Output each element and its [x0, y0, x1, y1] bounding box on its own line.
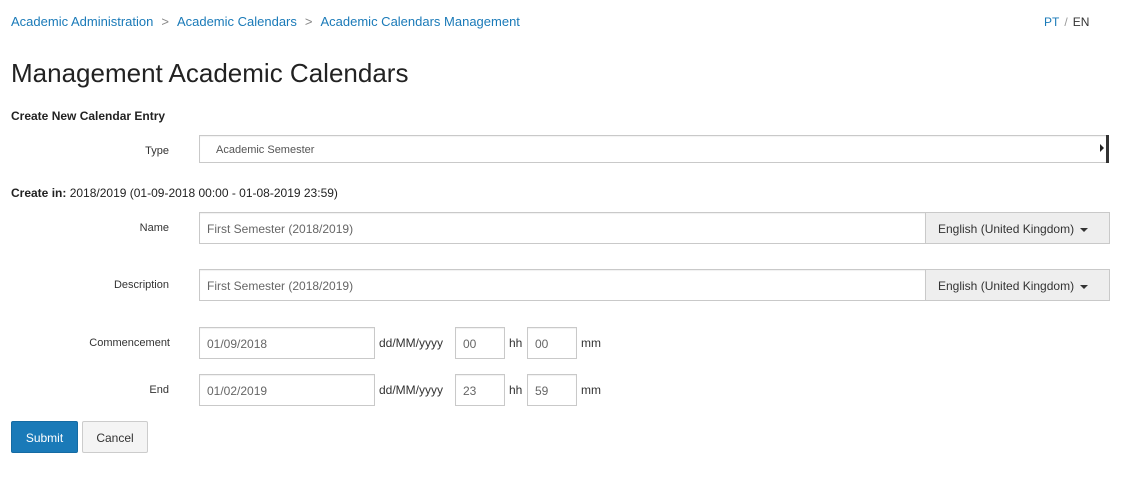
commencement-hour-unit: hh	[509, 336, 523, 350]
end-minute-unit: mm	[581, 383, 601, 397]
breadcrumb-separator: >	[161, 14, 169, 29]
breadcrumb-academic-calendars[interactable]: Academic Calendars	[177, 14, 297, 29]
end-date-format: dd/MM/yyyy	[379, 383, 444, 397]
language-pt-link[interactable]: PT	[1044, 15, 1059, 29]
description-locale-label: English (United Kingdom)	[938, 279, 1075, 293]
cancel-button[interactable]: Cancel	[82, 421, 148, 453]
commencement-date-input[interactable]: 01/09/2018	[199, 327, 375, 359]
language-separator: /	[1064, 15, 1068, 29]
description-input[interactable]: First Semester (2018/2019)	[199, 269, 926, 301]
type-select-value: Academic Semester	[216, 144, 315, 156]
breadcrumb: Academic Administration > Academic Calenda…	[11, 14, 520, 29]
create-in-label: Create in:	[11, 186, 67, 200]
name-locale-label: English (United Kingdom)	[938, 222, 1075, 236]
commencement-date-format: dd/MM/yyyy	[379, 336, 444, 350]
breadcrumb-separator: >	[304, 14, 313, 29]
description-label: Description	[113, 279, 169, 291]
create-in-value: 2018/2019 (01-09-2018 00:00 - 01-08-2019…	[69, 186, 338, 200]
breadcrumb-academic-administration[interactable]: Academic Administration	[11, 14, 153, 29]
name-label: Name	[139, 222, 169, 234]
commencement-label: Commencement	[89, 337, 170, 349]
commencement-minute-unit: mm	[581, 336, 601, 350]
end-hour-unit: hh	[509, 383, 523, 397]
select-scroll-edge	[1106, 135, 1109, 163]
end-minute-input[interactable]: 59	[527, 374, 577, 406]
create-in-info: Create in: 2018/2019 (01-09-2018 00:00 -…	[11, 186, 338, 200]
type-select[interactable]: Academic Semester	[199, 135, 1109, 163]
name-input[interactable]: First Semester (2018/2019)	[199, 212, 926, 244]
description-locale-dropdown[interactable]: English (United Kingdom)	[926, 269, 1110, 301]
page-title: Management Academic Calendars	[11, 58, 409, 88]
language-switcher: PT / EN	[1044, 15, 1089, 29]
caret-down-icon	[1080, 227, 1089, 232]
commencement-hour-input[interactable]: 00	[455, 327, 505, 359]
language-en-current: EN	[1072, 15, 1090, 29]
breadcrumb-academic-calendars-management[interactable]: Academic Calendars Management	[320, 14, 519, 29]
end-hour-input[interactable]: 23	[455, 374, 505, 406]
name-locale-dropdown[interactable]: English (United Kingdom)	[926, 212, 1110, 244]
end-date-input[interactable]: 01/02/2019	[199, 374, 375, 406]
select-arrow-icon	[1100, 144, 1104, 152]
type-label: Type	[145, 145, 169, 157]
commencement-minute-input[interactable]: 00	[527, 327, 577, 359]
section-title: Create New Calendar Entry	[11, 109, 166, 123]
end-label: End	[149, 384, 169, 396]
submit-button[interactable]: Submit	[11, 421, 78, 453]
caret-down-icon	[1080, 284, 1089, 289]
